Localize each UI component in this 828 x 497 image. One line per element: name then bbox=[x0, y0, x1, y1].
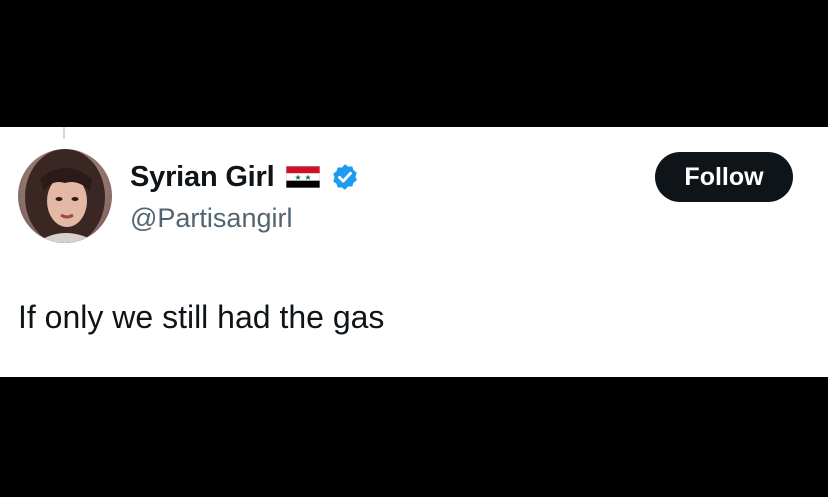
avatar[interactable] bbox=[18, 149, 112, 243]
syria-flag-icon bbox=[286, 165, 321, 189]
thread-connector-line bbox=[63, 127, 65, 139]
avatar-image bbox=[18, 149, 112, 243]
verified-badge-icon bbox=[330, 162, 360, 192]
author-handle[interactable]: @Partisangirl bbox=[130, 203, 292, 234]
tweet-card: Syrian Girl @Partisangirl Follow If only… bbox=[0, 127, 828, 377]
author-display-name[interactable]: Syrian Girl bbox=[130, 161, 275, 194]
tweet-text: If only we still had the gas bbox=[18, 299, 385, 335]
screenshot-frame: Syrian Girl @Partisangirl Follow If only… bbox=[0, 0, 828, 497]
author-name-row: Syrian Girl bbox=[130, 160, 360, 194]
follow-button[interactable]: Follow bbox=[655, 152, 793, 202]
